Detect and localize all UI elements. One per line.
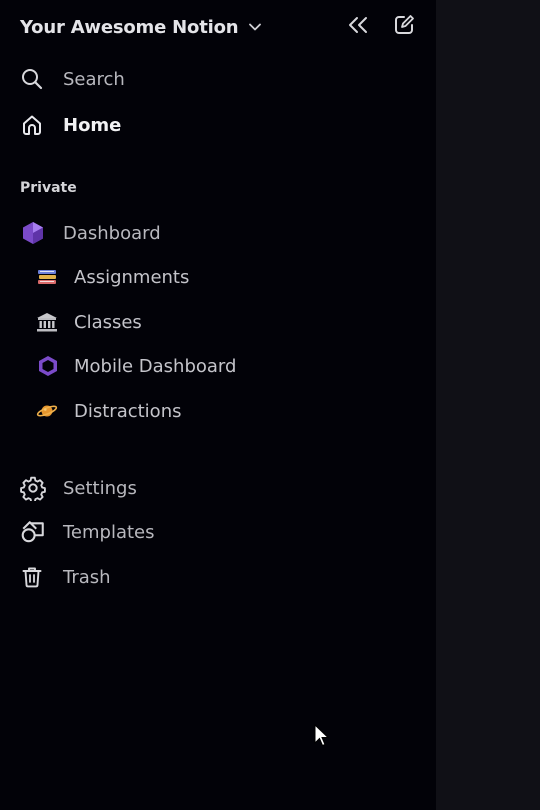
building-icon (36, 306, 68, 338)
search-icon (20, 63, 52, 95)
sidebar: Your Awesome Notion Search Home Private … (0, 0, 436, 810)
sidebar-item-label: Templates (63, 521, 155, 543)
new-page-button[interactable] (390, 13, 418, 41)
collapse-sidebar-icon (346, 13, 370, 41)
sidebar-item-trash[interactable]: Trash (20, 561, 111, 593)
sidebar-item-settings[interactable]: Settings (20, 472, 137, 504)
new-page-icon (392, 13, 416, 41)
section-header-private: Private (20, 180, 77, 196)
home-icon (20, 109, 52, 141)
sidebar-item-label: Search (63, 68, 125, 90)
sidebar-item-label: Assignments (74, 266, 190, 288)
chevron-down-icon (248, 20, 262, 34)
planet-icon (36, 395, 68, 427)
sidebar-item-label: Distractions (74, 400, 182, 422)
sidebar-item-templates[interactable]: Templates (20, 516, 155, 548)
sidebar-item-label: Mobile Dashboard (74, 355, 237, 377)
workspace-switcher[interactable]: Your Awesome Notion (20, 12, 262, 42)
sidebar-item-label: Classes (74, 311, 142, 333)
gear-icon (20, 472, 52, 504)
sidebar-item-mobile-dashboard[interactable]: Mobile Dashboard (36, 350, 236, 382)
app-window: Your Awesome Notion Search Home Private … (0, 0, 540, 810)
trash-icon (20, 561, 52, 593)
sidebar-item-classes[interactable]: Classes (36, 306, 142, 338)
workspace-title: Your Awesome Notion (20, 16, 239, 38)
sidebar-item-search[interactable]: Search (20, 63, 125, 95)
sidebar-item-home[interactable]: Home (20, 109, 121, 141)
mouse-cursor-icon (314, 723, 330, 752)
sidebar-item-label: Trash (63, 566, 111, 588)
hexagon-outline-icon (36, 350, 68, 382)
sidebar-item-label: Home (63, 114, 122, 136)
sidebar-item-dashboard[interactable]: Dashboard (20, 217, 161, 249)
sidebar-item-label: Dashboard (63, 222, 161, 244)
hexagon-icon (20, 217, 52, 249)
main-content-area (436, 0, 540, 810)
collapse-sidebar-button[interactable] (344, 13, 372, 41)
books-icon (36, 261, 68, 293)
templates-icon (20, 516, 52, 548)
sidebar-item-label: Settings (63, 477, 137, 499)
sidebar-item-assignments[interactable]: Assignments (36, 261, 189, 293)
sidebar-item-distractions[interactable]: Distractions (36, 395, 181, 427)
